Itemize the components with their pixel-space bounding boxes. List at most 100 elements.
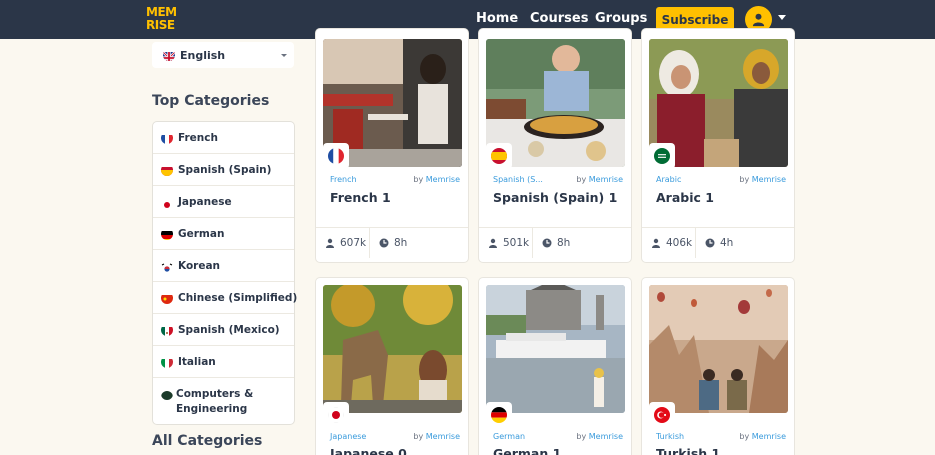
logo-text-line-2: RISE: [146, 18, 175, 32]
course-card-turkish[interactable]: Turkish by Memrise Turkish 1: [641, 277, 795, 455]
category-label: Japanese: [178, 196, 232, 208]
course-title[interactable]: German 1: [493, 446, 561, 455]
clock-icon: [705, 238, 715, 248]
duration-value: 8h: [557, 237, 571, 249]
course-photo-cappadocia: [649, 285, 788, 413]
memrise-logo[interactable]: MEM RISE: [146, 6, 177, 34]
france-flag-icon: [328, 148, 344, 164]
course-flag-badge: [486, 143, 512, 169]
course-author-prefix: by: [413, 432, 424, 441]
course-category[interactable]: Spanish (S...: [493, 175, 543, 184]
course-stats: 501k 8h: [479, 227, 631, 258]
course-author-link[interactable]: Memrise: [752, 432, 786, 441]
uk-flag-icon: [163, 49, 175, 61]
duration-value: 8h: [394, 237, 408, 249]
course-author-link[interactable]: Memrise: [426, 175, 460, 184]
course-flag-badge: [649, 143, 675, 169]
category-label: Chinese (Simplified): [178, 292, 298, 304]
course-card-arabic[interactable]: Arabic by Memrise Arabic 1 406k 4h: [641, 28, 795, 263]
category-item-chinese-simplified[interactable]: Chinese (Simplified): [153, 282, 298, 314]
course-title[interactable]: French 1: [330, 190, 391, 205]
category-item-computers-engineering[interactable]: Computers & Engineering: [153, 378, 294, 424]
course-author-link[interactable]: Memrise: [426, 432, 460, 441]
learners-count: 406k: [642, 228, 696, 258]
person-icon: [489, 238, 497, 248]
category-item-italian[interactable]: Italian: [153, 346, 294, 378]
course-author-prefix: by: [413, 175, 424, 184]
course-author: by Memrise: [413, 175, 460, 184]
spain-flag-icon: [161, 164, 173, 176]
category-item-french[interactable]: French: [153, 122, 294, 154]
nav-groups[interactable]: Groups: [595, 11, 647, 26]
turkey-flag-icon: [654, 407, 670, 423]
category-label: Spanish (Mexico): [178, 324, 280, 336]
saudi-flag-icon: [654, 148, 670, 164]
language-selector-label: English: [180, 48, 226, 62]
course-duration: 8h: [533, 228, 570, 258]
nav-courses[interactable]: Courses: [530, 11, 589, 30]
category-label: Korean: [178, 260, 221, 272]
category-label: Computers & Engineering: [176, 388, 254, 415]
france-flag-icon: [161, 132, 173, 144]
china-flag-icon: [161, 292, 173, 304]
learners-count: 501k: [479, 228, 533, 258]
course-category[interactable]: Turkish: [656, 432, 684, 441]
course-author-link[interactable]: Memrise: [589, 432, 623, 441]
category-label: French: [178, 132, 218, 144]
course-flag-badge: [323, 402, 349, 428]
person-icon: [326, 238, 334, 248]
course-flag-badge: [323, 143, 349, 169]
nav-home[interactable]: Home: [476, 11, 518, 26]
course-author-prefix: by: [576, 175, 587, 184]
person-icon: [652, 238, 660, 248]
korea-flag-icon: [161, 260, 173, 272]
course-flag-badge: [649, 402, 675, 428]
category-item-spanish-spain[interactable]: Spanish (Spain): [153, 154, 294, 186]
category-item-german[interactable]: German: [153, 218, 294, 250]
course-author-prefix: by: [576, 432, 587, 441]
category-label: Italian: [178, 356, 216, 368]
course-category[interactable]: French: [330, 175, 357, 184]
learners-value: 501k: [503, 237, 530, 249]
course-stats: 406k 4h: [642, 227, 794, 258]
course-stats: 607k 8h: [316, 227, 468, 258]
category-item-korean[interactable]: Korean: [153, 250, 294, 282]
spain-flag-icon: [491, 148, 507, 164]
course-duration: 8h: [370, 228, 407, 258]
italy-flag-icon: [161, 356, 173, 368]
course-category[interactable]: Japanese: [330, 432, 366, 441]
category-label: German: [178, 228, 225, 240]
learners-count: 607k: [316, 228, 370, 258]
course-category[interactable]: Arabic: [656, 175, 681, 184]
course-author: by Memrise: [739, 432, 786, 441]
course-title[interactable]: Turkish 1: [656, 446, 720, 455]
course-duration: 4h: [696, 228, 733, 258]
account-menu-chevron-icon[interactable]: [778, 15, 786, 20]
duration-value: 4h: [720, 237, 734, 249]
course-card-spanish-spain[interactable]: Spanish (S... by Memrise Spanish (Spain)…: [478, 28, 632, 263]
course-category[interactable]: German: [493, 432, 525, 441]
course-author: by Memrise: [413, 432, 460, 441]
all-categories-heading: All Categories: [152, 433, 263, 449]
top-categories-list: French Spanish (Spain) Japanese German K…: [152, 121, 298, 425]
course-author-prefix: by: [739, 432, 750, 441]
course-author-link[interactable]: Memrise: [589, 175, 623, 184]
course-author: by Memrise: [576, 432, 623, 441]
course-flag-badge: [486, 402, 512, 428]
category-item-japanese[interactable]: Japanese: [153, 186, 294, 218]
course-author-link[interactable]: Memrise: [752, 175, 786, 184]
course-title[interactable]: Arabic 1: [656, 190, 714, 205]
category-item-spanish-mexico[interactable]: Spanish (Mexico): [153, 314, 294, 346]
germany-flag-icon: [161, 228, 173, 240]
course-author-prefix: by: [739, 175, 750, 184]
course-card-french[interactable]: French by Memrise French 1 607k 8h: [315, 28, 469, 263]
course-title[interactable]: Japanese 0: [330, 446, 407, 455]
course-author: by Memrise: [576, 175, 623, 184]
course-photo-dresden-river: [486, 285, 625, 413]
course-author: by Memrise: [739, 175, 786, 184]
language-selector[interactable]: English: [152, 42, 294, 68]
course-title[interactable]: Spanish (Spain) 1: [493, 190, 617, 205]
course-card-german[interactable]: German by Memrise German 1: [478, 277, 632, 455]
course-card-japanese[interactable]: Japanese by Memrise Japanese 0: [315, 277, 469, 455]
clock-icon: [379, 238, 389, 248]
